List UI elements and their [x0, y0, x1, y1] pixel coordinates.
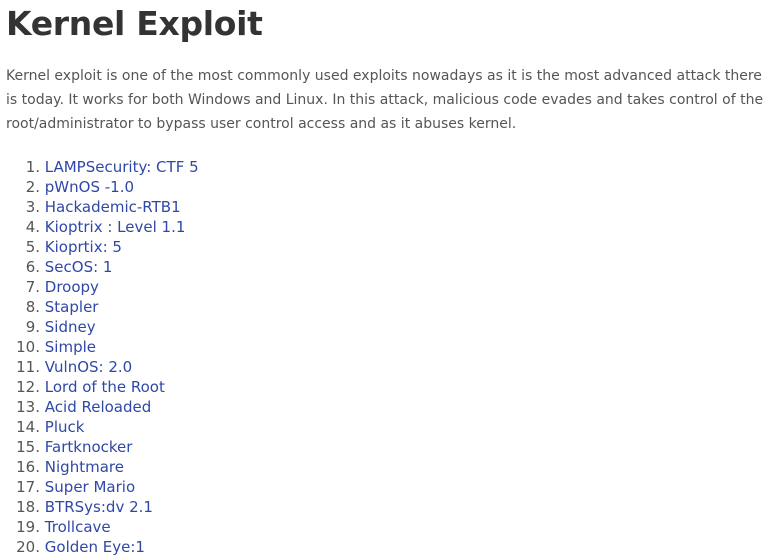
list-item-number: 7.: [25, 278, 40, 296]
article: Kernel Exploit Kernel exploit is one of …: [0, 0, 784, 558]
list-item-number: 20.: [16, 538, 40, 556]
list-item: 14. Pluck: [6, 417, 776, 437]
list-item: 15. Fartknocker: [6, 437, 776, 457]
list-item-link[interactable]: Droopy: [45, 277, 99, 297]
list-item: 18. BTRSys:dv 2.1: [6, 497, 776, 517]
list-item-number: 2.: [25, 178, 40, 196]
page-title: Kernel Exploit: [6, 4, 263, 43]
list-item: 10. Simple: [6, 337, 776, 357]
exploit-list: 1. LAMPSecurity: CTF 5 2. pWnOS -1.0 3. …: [6, 157, 776, 557]
list-item-number: 6.: [25, 258, 40, 276]
list-item-link[interactable]: BTRSys:dv 2.1: [45, 497, 153, 517]
list-item: 8. Stapler: [6, 297, 776, 317]
list-item: 11. VulnOS: 2.0: [6, 357, 776, 377]
list-item-link[interactable]: Nightmare: [45, 457, 124, 477]
list-item-link[interactable]: Acid Reloaded: [45, 397, 152, 417]
list-item-link[interactable]: Kioptrix : Level 1.1: [45, 217, 186, 237]
list-item-link[interactable]: Fartknocker: [45, 437, 133, 457]
list-item-link[interactable]: SecOS: 1: [45, 257, 113, 277]
list-item: 4. Kioptrix : Level 1.1: [6, 217, 776, 237]
list-item-link[interactable]: Kioprtix: 5: [45, 237, 122, 257]
list-item-number: 16.: [16, 458, 40, 476]
intro-paragraph: Kernel exploit is one of the most common…: [6, 68, 764, 132]
list-item-link[interactable]: Hackademic-RTB1: [45, 197, 181, 217]
list-item-link[interactable]: Trollcave: [45, 517, 111, 537]
list-item: 6. SecOS: 1: [6, 257, 776, 277]
list-item-number: 15.: [16, 438, 40, 456]
list-item-link[interactable]: Stapler: [45, 297, 99, 317]
list-item-number: 8.: [25, 298, 40, 316]
list-item-link[interactable]: Simple: [45, 337, 96, 357]
list-item: 12. Lord of the Root: [6, 377, 776, 397]
list-item: 7. Droopy: [6, 277, 776, 297]
list-item-link[interactable]: Super Mario: [45, 477, 135, 497]
list-item-number: 19.: [16, 518, 40, 536]
list-item-link[interactable]: Lord of the Root: [45, 377, 165, 397]
list-item-number: 14.: [16, 418, 40, 436]
list-item-number: 11.: [16, 358, 40, 376]
list-item-link[interactable]: Sidney: [45, 317, 96, 337]
list-item-number: 5.: [25, 238, 40, 256]
list-item-number: 12.: [16, 378, 40, 396]
list-item: 13. Acid Reloaded: [6, 397, 776, 417]
list-item-link[interactable]: Golden Eye:1: [45, 537, 145, 557]
list-item: 17. Super Mario: [6, 477, 776, 497]
list-item-link[interactable]: LAMPSecurity: CTF 5: [45, 157, 199, 177]
list-item-number: 9.: [25, 318, 40, 336]
list-item-link[interactable]: VulnOS: 2.0: [45, 357, 132, 377]
list-item: 3. Hackademic-RTB1: [6, 197, 776, 217]
list-item-number: 13.: [16, 398, 40, 416]
list-item-link[interactable]: pWnOS -1.0: [45, 177, 134, 197]
list-item-number: 3.: [25, 198, 40, 216]
list-item-number: 18.: [16, 498, 40, 516]
list-item-number: 10.: [16, 338, 40, 356]
list-item-number: 4.: [25, 218, 40, 236]
list-item-number: 1.: [25, 158, 40, 176]
list-item: 19. Trollcave: [6, 517, 776, 537]
list-item: 1. LAMPSecurity: CTF 5: [6, 157, 776, 177]
list-item-number: 17.: [16, 478, 40, 496]
list-item: 16. Nightmare: [6, 457, 776, 477]
list-item: 20. Golden Eye:1: [6, 537, 776, 557]
list-item: 9. Sidney: [6, 317, 776, 337]
list-item: 2. pWnOS -1.0: [6, 177, 776, 197]
list-item-link[interactable]: Pluck: [45, 417, 85, 437]
list-item: 5. Kioprtix: 5: [6, 237, 776, 257]
